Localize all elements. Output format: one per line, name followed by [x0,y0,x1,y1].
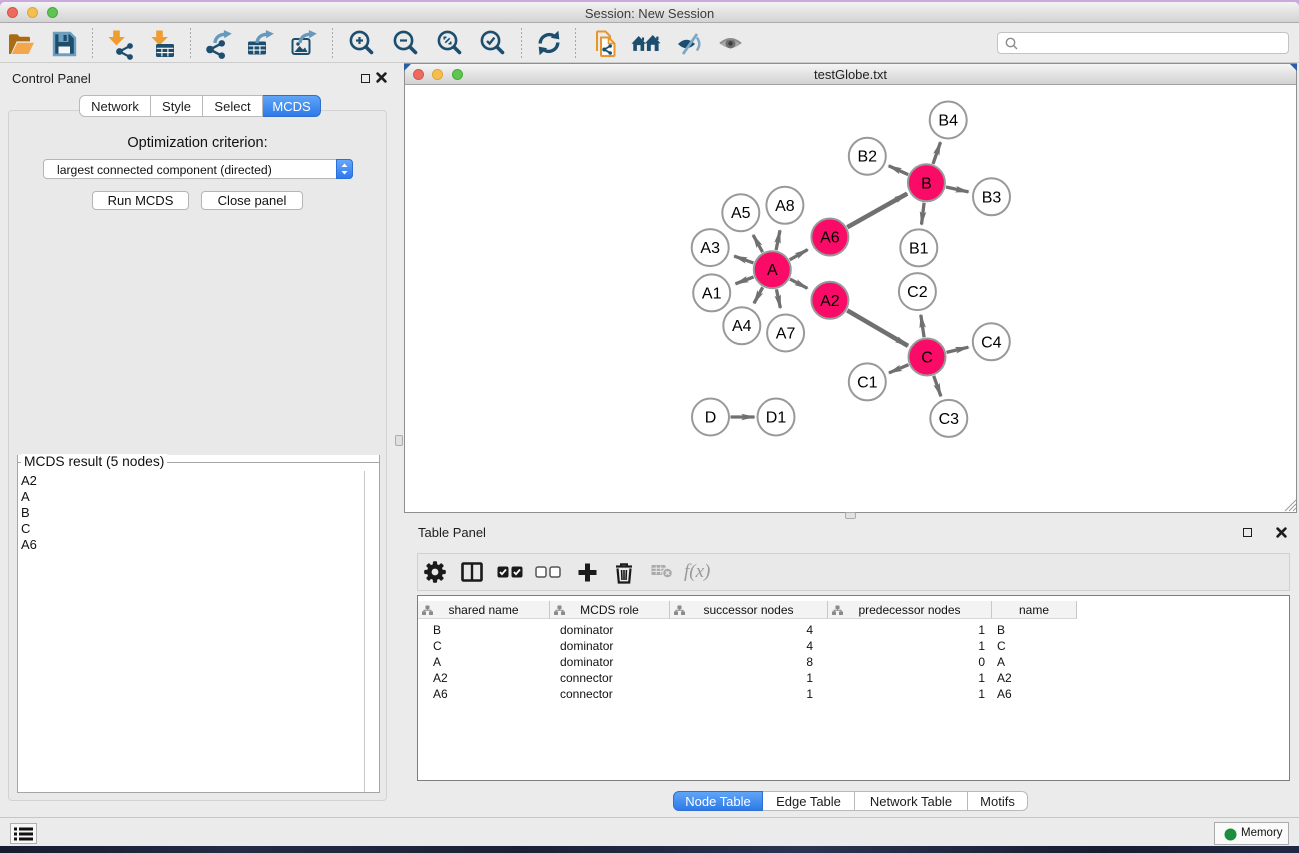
svg-text:C2: C2 [907,284,928,301]
svg-text:A8: A8 [775,198,795,215]
svg-text:B1: B1 [909,240,929,257]
svg-text:C3: C3 [939,411,960,428]
svg-text:B2: B2 [858,149,878,166]
svg-text:A: A [767,262,778,279]
svg-text:A6: A6 [820,230,840,247]
svg-text:A3: A3 [700,240,720,257]
svg-text:A7: A7 [776,326,796,343]
svg-text:B4: B4 [938,113,958,130]
svg-text:A5: A5 [731,205,751,222]
svg-text:C: C [921,350,933,367]
svg-text:B3: B3 [982,189,1002,206]
svg-text:C4: C4 [981,334,1002,351]
svg-text:A1: A1 [702,285,722,302]
svg-text:B: B [921,175,932,192]
svg-text:A2: A2 [820,293,840,310]
svg-text:A4: A4 [732,318,752,335]
svg-text:D1: D1 [766,410,787,427]
svg-text:D: D [705,410,717,427]
svg-text:C1: C1 [857,374,878,391]
